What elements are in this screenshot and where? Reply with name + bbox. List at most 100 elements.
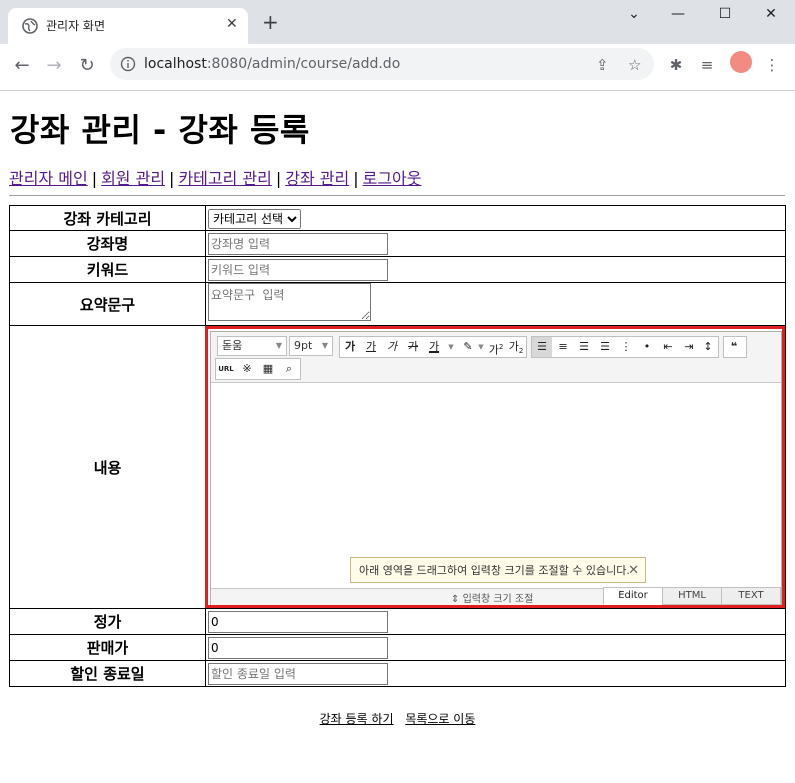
form-actions: 강좌 등록 하기 목록으로 이동 [0,710,795,727]
resize-label-text: 입력창 크기 조절 [462,594,534,605]
category-select[interactable]: 카테고리 선택 [208,208,301,229]
table-icon[interactable]: ▦ [258,359,278,379]
close-window-icon[interactable]: ✕ [749,6,793,28]
tab-editor[interactable]: Editor [603,587,663,605]
info-icon[interactable] [120,56,136,72]
sale-end-label: 할인 종료일 [9,660,206,687]
browser-tab[interactable]: 관리자 화면 ✕ [8,8,248,44]
tab-search-icon[interactable]: ⌄ [612,6,656,28]
rich-text-editor: 돋움 ▼ 9pt ▼ 가 가 가 가 가 ▼ ✎ ▼ 가2 가2 ☰ ≡ ☰ ☰… [210,331,782,605]
chevron-down-icon: ▼ [275,341,282,350]
font-size-select[interactable]: 9pt ▼ [289,336,333,356]
nav-category[interactable]: 카테고리 관리 [178,169,271,188]
name-label: 강좌명 [9,230,206,257]
tab-html[interactable]: HTML [662,587,722,605]
menu-icon[interactable]: ⋮ [762,56,782,76]
quote-button-group: ❝ [723,336,747,358]
name-input[interactable] [208,232,388,255]
ordered-list-icon[interactable]: ⋮ [616,337,636,357]
quote-icon[interactable]: ❝ [724,337,744,357]
superscript-glyph: 가 [488,343,499,357]
strikethrough-button[interactable]: 가 [403,337,423,357]
nav-separator: | [275,169,282,188]
course-form-table: 강좌 카테고리 카테고리 선택 강좌명 키워드 요약문구 [9,205,786,687]
minimize-icon[interactable]: — [656,6,700,28]
summary-textarea[interactable] [208,283,371,321]
align-right-icon[interactable]: ☰ [574,337,594,357]
content-cell: 돋움 ▼ 9pt ▼ 가 가 가 가 가 ▼ ✎ ▼ 가2 가2 ☰ ≡ ☰ ☰… [205,325,786,609]
globe-icon [22,18,38,34]
align-left-icon[interactable]: ☰ [532,337,552,357]
sale-end-cell [205,660,786,687]
outdent-icon[interactable]: ⇤ [658,337,678,357]
back-to-list-link[interactable]: 목록으로 이동 [405,712,475,726]
superscript-button[interactable]: 가2 [486,337,506,357]
profile-avatar[interactable] [730,51,752,73]
italic-button[interactable]: 가 [382,337,402,357]
indent-icon[interactable]: ⇥ [679,337,699,357]
url-text: localhost:8080/admin/course/add.do [144,56,400,72]
subscript-glyph: 가 [508,340,519,353]
close-tab-icon[interactable]: ✕ [226,16,238,32]
browser-toolbar: ← → ↻ localhost:8080/admin/course/add.do… [0,44,795,91]
chevron-down-icon: ▼ [321,341,328,350]
underline-button[interactable]: 가 [361,337,381,357]
search-icon[interactable]: ⌕ [279,359,299,379]
form-row-sale-end: 할인 종료일 [9,660,786,687]
bold-button[interactable]: 가 [340,337,360,357]
name-cell [205,230,786,257]
reload-icon[interactable]: ↻ [75,54,99,78]
font-family-select[interactable]: 돋움 ▼ [217,336,287,356]
close-icon[interactable]: ✕ [628,558,639,584]
line-height-icon[interactable]: ↕ [698,337,718,357]
nav-logout[interactable]: 로그아웃 [363,169,422,188]
nav-separator: | [169,169,175,188]
admin-nav: 관리자 메인 | 회원 관리 | 카테고리 관리 | 강좌 관리 | 로그아웃 [9,165,421,189]
resize-arrows-icon: ⇕ [451,594,460,605]
chevron-down-icon[interactable]: ▼ [476,337,486,357]
sale-price-input[interactable] [208,636,388,659]
url-path: :8080/admin/course/add.do [206,56,401,72]
subscript-button[interactable]: 가2 [506,337,526,357]
forward-icon[interactable]: → [42,54,66,78]
media-queue-icon[interactable]: ≡ [697,56,717,76]
category-cell: 카테고리 선택 [205,205,786,231]
sale-price-label: 판매가 [9,634,206,661]
address-bar[interactable]: localhost:8080/admin/course/add.do ⇪ ☆ [110,48,654,80]
new-tab-icon[interactable]: + [262,12,279,32]
special-char-icon[interactable]: ※ [237,359,257,379]
keyword-cell [205,256,786,283]
price-input[interactable] [208,610,388,633]
unordered-list-icon[interactable]: • [637,337,657,357]
keyword-input[interactable] [208,258,388,281]
form-row-keyword: 키워드 [9,256,786,283]
page-title: 강좌 관리 - 강좌 등록 [10,111,310,149]
form-row-name: 강좌명 [9,230,786,257]
font-color-button[interactable]: 가 [424,337,444,357]
maximize-icon[interactable]: ☐ [703,6,747,28]
url-button[interactable]: URL [216,359,236,379]
nav-admin-main[interactable]: 관리자 메인 [9,169,88,188]
chevron-down-icon[interactable]: ▼ [446,337,456,357]
align-justify-icon[interactable]: ☰ [595,337,615,357]
url-host: localhost [144,56,207,72]
format-button-group: 가 가 가 가 가 ▼ ✎ ▼ 가2 가2 [339,336,527,358]
align-center-icon[interactable]: ≡ [553,337,573,357]
submit-course-link[interactable]: 강좌 등록 하기 [320,712,394,726]
editor-highlight-frame: 돋움 ▼ 9pt ▼ 가 가 가 가 가 ▼ ✎ ▼ 가2 가2 ☰ ≡ ☰ ☰… [205,326,785,608]
editor-resize-bar[interactable]: ⇕ 입력창 크기 조절 Editor HTML TEXT [211,587,781,605]
page-content: 강좌 관리 - 강좌 등록 관리자 메인 | 회원 관리 | 카테고리 관리 | 강좌 관리… [0,91,795,783]
back-icon[interactable]: ← [10,54,34,78]
extensions-icon[interactable]: ✱ [666,56,686,76]
bookmark-star-icon[interactable]: ☆ [628,56,641,74]
tab-text[interactable]: TEXT [721,587,781,605]
form-row-price: 정가 [9,608,786,635]
highlight-color-icon[interactable]: ✎ [458,337,478,357]
keyword-label: 키워드 [9,256,206,283]
share-icon[interactable]: ⇪ [596,56,609,74]
nav-course[interactable]: 강좌 관리 [285,169,349,188]
nav-member[interactable]: 회원 관리 [101,169,165,188]
tab-title: 관리자 화면 [46,19,106,33]
sale-price-cell [205,634,786,661]
sale-end-input[interactable] [208,662,388,685]
